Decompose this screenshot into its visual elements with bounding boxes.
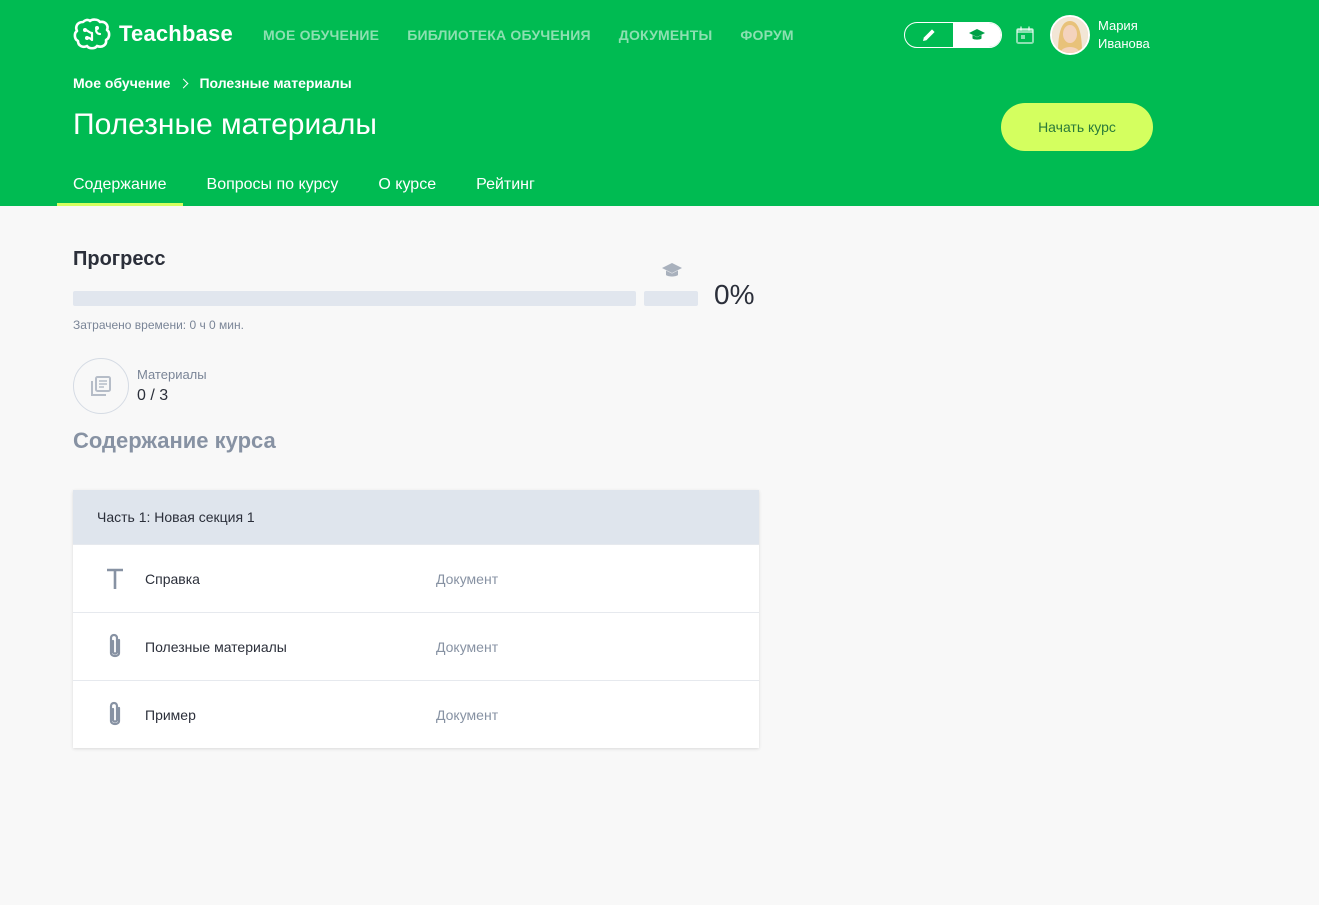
nav-learning-library[interactable]: БИБЛИОТЕКА ОБУЧЕНИЯ xyxy=(407,27,591,43)
text-icon xyxy=(103,563,127,595)
tab-about-course[interactable]: О курсе xyxy=(362,166,452,206)
nav-forum[interactable]: ФОРУМ xyxy=(740,27,793,43)
mode-toggle xyxy=(904,22,1002,48)
section-header[interactable]: Часть 1: Новая секция 1 xyxy=(73,490,759,544)
course-content-title: Содержание курса xyxy=(73,428,276,453)
progress-title: Прогресс xyxy=(73,248,166,270)
tab-content[interactable]: Содержание xyxy=(57,166,183,206)
page-title: Полезные материалы xyxy=(73,108,377,141)
pencil-icon xyxy=(923,29,935,41)
chevron-right-icon xyxy=(179,78,189,88)
tab-rating[interactable]: Рейтинг xyxy=(460,166,551,206)
nav-my-learning[interactable]: МОЕ ОБУЧЕНИЕ xyxy=(263,27,379,43)
progress-percent: 0% xyxy=(714,279,755,310)
list-item[interactable]: Пример Документ xyxy=(73,680,759,748)
top-navigation: МОЕ ОБУЧЕНИЕ БИБЛИОТЕКА ОБУЧЕНИЯ ДОКУМЕН… xyxy=(263,27,794,43)
edit-mode-button[interactable] xyxy=(905,23,953,47)
user-name[interactable]: Мария Иванова xyxy=(1098,17,1150,53)
start-course-button[interactable]: Начать курс xyxy=(1001,103,1153,151)
user-last-name: Иванова xyxy=(1098,36,1150,51)
graduation-cap-icon xyxy=(969,29,985,40)
time-spent: Затрачено времени: 0 ч 0 мин. xyxy=(73,318,244,332)
breadcrumb-item-my-learning[interactable]: Мое обучение xyxy=(73,75,170,91)
materials-badge xyxy=(73,358,129,414)
graduation-cap-icon xyxy=(661,262,683,285)
lesson-name: Полезные материалы xyxy=(145,638,287,655)
materials-label: Материалы xyxy=(137,367,207,382)
paperclip-icon xyxy=(103,699,127,731)
list-item[interactable]: Полезные материалы Документ xyxy=(73,612,759,680)
paperclip-icon xyxy=(103,631,127,663)
learn-mode-button[interactable] xyxy=(953,23,1001,47)
header: Teachbase МОЕ ОБУЧЕНИЕ БИБЛИОТЕКА ОБУЧЕН… xyxy=(0,0,1319,206)
list-item[interactable]: Справка Документ xyxy=(73,544,759,612)
certificate-progress-bar xyxy=(644,291,698,306)
progress-bar xyxy=(73,291,636,306)
calendar-icon[interactable] xyxy=(1015,25,1035,50)
user-photo-icon xyxy=(1052,17,1088,53)
breadcrumb: Мое обучение Полезные материалы xyxy=(73,75,352,91)
library-icon xyxy=(91,376,111,396)
avatar[interactable] xyxy=(1050,15,1090,55)
lesson-name: Пример xyxy=(145,706,196,723)
lesson-name: Справка xyxy=(145,570,200,587)
lesson-type: Документ xyxy=(436,570,499,587)
course-tabs: Содержание Вопросы по курсу О курсе Рейт… xyxy=(57,166,559,206)
lesson-type: Документ xyxy=(436,638,499,655)
tab-course-questions[interactable]: Вопросы по курсу xyxy=(191,166,355,206)
brand-logo[interactable]: Teachbase xyxy=(73,18,233,50)
nav-documents[interactable]: ДОКУМЕНТЫ xyxy=(619,27,713,43)
user-first-name: Мария xyxy=(1098,18,1138,33)
course-content-card: Часть 1: Новая секция 1 Справка Документ… xyxy=(73,490,759,748)
brand-name: Teachbase xyxy=(119,21,233,46)
materials-count: 0 / 3 xyxy=(137,387,169,404)
brain-logo-icon xyxy=(73,18,111,50)
breadcrumb-item-current[interactable]: Полезные материалы xyxy=(199,75,351,91)
lesson-type: Документ xyxy=(436,706,499,723)
